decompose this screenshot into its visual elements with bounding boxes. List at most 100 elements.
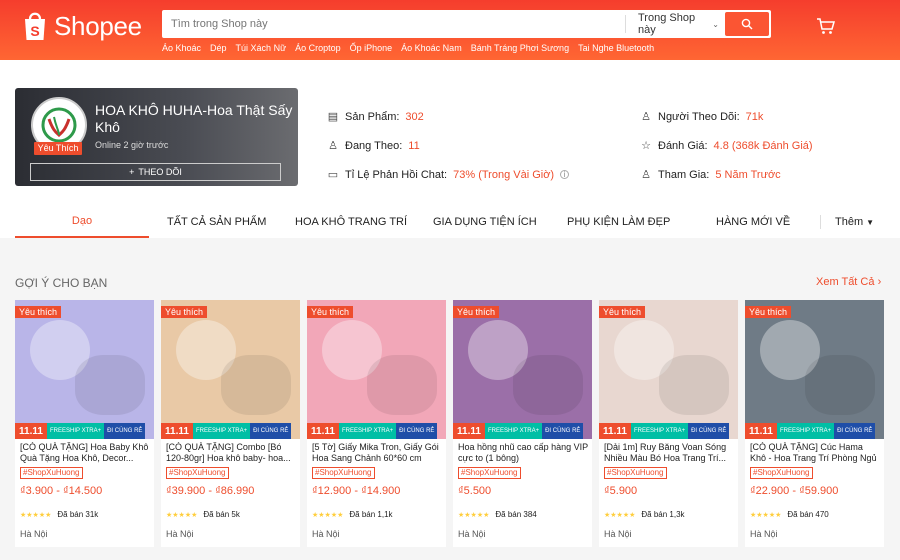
search-scope-dropdown[interactable]: Trong Shop này ⌄ <box>625 12 725 36</box>
stat-following: ♙ Đang Theo: 11 <box>327 131 569 160</box>
followers-icon: ♙ <box>641 111 651 123</box>
shopping-bag-icon: S <box>22 10 48 42</box>
product-price: ₫3.900 - ₫14.500 <box>20 485 103 497</box>
favorite-tag: Yêu thích <box>745 306 792 318</box>
tab-divider <box>820 215 821 229</box>
tab-dried-flowers[interactable]: HOA KHÔ TRANG TRÍ <box>295 206 407 238</box>
product-title[interactable]: Hoa hồng nhũ cao cấp hàng VIP cực to (1 … <box>458 442 588 464</box>
product-image[interactable]: Yêu thích 11.11 FREESHIP XTRA+ ĐI CÙNG R… <box>453 300 592 439</box>
stat-value: 11 <box>408 139 420 152</box>
search-suggestions: Áo Khoác Dép Túi Xách Nữ Áo Croptop Ốp i… <box>162 43 654 53</box>
tab-more[interactable]: Thêm ▼ <box>835 206 874 238</box>
sold-count: Đã bán 1,3k <box>641 510 685 519</box>
product-title[interactable]: [CÓ QUÀ TẶNG] Hoa Baby Khô Quà Tặng Hoa … <box>20 442 150 464</box>
suggestion-link[interactable]: Ốp iPhone <box>350 43 393 53</box>
product-image[interactable]: Yêu thích 11.11 FREESHIP XTRA+ ĐI CÙNG R… <box>599 300 738 439</box>
cart-icon <box>817 18 835 34</box>
see-all-link[interactable]: Xem Tất Cả › <box>816 276 881 288</box>
tab-beauty-accessories[interactable]: PHỤ KIỆN LÀM ĐẸP <box>567 206 670 238</box>
product-price: ₫22.900 - ₫59.900 <box>750 485 839 497</box>
chat-icon: ▭ <box>327 169 339 181</box>
product-image[interactable]: Yêu thích 11.11 FREESHIP XTRA+ ĐI CÙNG R… <box>307 300 446 439</box>
search-input[interactable] <box>162 10 625 38</box>
favorite-tag: Yêu thích <box>453 306 500 318</box>
product-image-shape <box>513 355 583 415</box>
tab-new-arrivals[interactable]: HÀNG MỚI VỀ <box>716 206 790 238</box>
tab-all-products[interactable]: TẤT CẢ SẢN PHẨM <box>167 206 266 238</box>
follow-button[interactable]: + THEO DÕI <box>30 163 281 181</box>
suggestion-link[interactable]: Áo Khoác Nam <box>401 43 462 53</box>
voucher-icon: ĐI CÙNG RẺ <box>834 423 876 439</box>
promo-banner: 11.11 FREESHIP XTRA+ ĐI CÙNG RẺ <box>745 423 884 439</box>
product-image-shape <box>221 355 291 415</box>
tab-dao[interactable]: Dạo <box>15 206 149 238</box>
stat-products: ▤ Sản Phẩm: 302 <box>327 102 569 131</box>
product-card[interactable]: Yêu thích 11.11 FREESHIP XTRA+ ĐI CÙNG R… <box>161 300 300 547</box>
shopee-logo[interactable]: S Shopee <box>22 10 142 42</box>
chevron-right-icon: › <box>877 276 882 288</box>
sold-count: Đã bán 384 <box>495 510 537 519</box>
rating-stars-icon: ★★★★★ <box>312 511 344 519</box>
suggestion-link[interactable]: Túi Xách Nữ <box>236 43 287 53</box>
sold-count: Đã bán 31k <box>57 510 99 519</box>
product-title[interactable]: [CÓ QUÀ TẶNG] Combo [Bó 120-80gr] Hoa kh… <box>166 442 296 464</box>
tab-more-label: Thêm <box>835 216 864 228</box>
sale-badge: 11.11 <box>453 423 485 439</box>
rating-stars-icon: ★★★★★ <box>166 511 198 519</box>
shop-logo-icon <box>41 107 77 143</box>
voucher-icon: ĐI CÙNG RẺ <box>396 423 438 439</box>
product-location: Hà Nội <box>750 529 778 539</box>
suggestion-link[interactable]: Bánh Tráng Phơi Sương <box>471 43 569 53</box>
stat-label: Đánh Giá: <box>658 139 708 152</box>
sale-badge: 11.11 <box>15 423 47 439</box>
product-image[interactable]: Yêu thích 11.11 FREESHIP XTRA+ ĐI CÙNG R… <box>161 300 300 439</box>
sale-badge: 11.11 <box>745 423 777 439</box>
suggestion-link[interactable]: Tai Nghe Bluetooth <box>578 43 654 53</box>
favorite-tag: Yêu thích <box>307 306 354 318</box>
product-hashtag: #ShopXuHuong <box>750 467 813 479</box>
tab-household[interactable]: GIA DỤNG TIỆN ÍCH <box>433 206 537 238</box>
stat-label: Tham Gia: <box>658 168 710 181</box>
product-card[interactable]: Yêu thích 11.11 FREESHIP XTRA+ ĐI CÙNG R… <box>15 300 154 547</box>
suggestion-link[interactable]: Dép <box>210 43 227 53</box>
plus-icon: + <box>129 167 135 177</box>
product-location: Hà Nội <box>312 529 340 539</box>
product-image-shape <box>659 355 729 415</box>
caret-down-icon: ▼ <box>866 217 875 227</box>
joined-icon: ♙ <box>641 169 651 181</box>
product-hashtag: #ShopXuHuong <box>312 467 375 479</box>
top-header: S Shopee Trong Shop này ⌄ Áo Khoác Dép T… <box>0 0 900 60</box>
suggestion-link[interactable]: Áo Croptop <box>295 43 341 53</box>
product-title[interactable]: [CÓ QUÀ TẶNG] Cúc Hama Khô - Hoa Trang T… <box>750 442 880 464</box>
cart-button[interactable] <box>816 16 836 39</box>
freeship-xtra-icon: FREESHIP XTRA+ <box>631 423 689 439</box>
product-card[interactable]: Yêu thích 11.11 FREESHIP XTRA+ ĐI CÙNG R… <box>307 300 446 547</box>
user-icon: ♙ <box>328 140 338 152</box>
product-location: Hà Nội <box>458 529 486 539</box>
promo-banner: 11.11 FREESHIP XTRA+ ĐI CÙNG RẺ <box>599 423 738 439</box>
product-price: ₫39.900 - ₫86.990 <box>166 485 255 497</box>
product-image-shape <box>367 355 437 415</box>
shop-info-section: Yêu Thích HOA KHÔ HUHA-Hoa Thật Sấy Khô … <box>0 60 900 238</box>
sold-count: Đã bán 470 <box>787 510 829 519</box>
product-hashtag: #ShopXuHuong <box>604 467 667 479</box>
product-title[interactable]: [5 Tờ] Giấy Mika Tron, Giấy Gói Hoa Sang… <box>312 442 442 464</box>
product-image[interactable]: Yêu thích 11.11 FREESHIP XTRA+ ĐI CÙNG R… <box>745 300 884 439</box>
info-icon[interactable]: i <box>560 170 570 179</box>
suggestion-link[interactable]: Áo Khoác <box>162 43 201 53</box>
stat-value: 302 <box>405 110 424 123</box>
stat-label: Đang Theo: <box>345 139 403 152</box>
search-button[interactable] <box>725 12 769 36</box>
stat-label: Sản Phẩm: <box>345 110 400 123</box>
product-card[interactable]: Yêu thích 11.11 FREESHIP XTRA+ ĐI CÙNG R… <box>453 300 592 547</box>
shop-stats-right: ♙ Người Theo Dõi: 71k ☆ Đánh Giá: 4.8 (3… <box>640 102 813 189</box>
product-image[interactable]: Yêu thích 11.11 FREESHIP XTRA+ ĐI CÙNG R… <box>15 300 154 439</box>
product-image-shape <box>75 355 145 415</box>
stat-rating: ☆ Đánh Giá: 4.8 (368k Đánh Giá) <box>640 131 813 160</box>
freeship-xtra-icon: FREESHIP XTRA+ <box>485 423 543 439</box>
product-title[interactable]: [Dải 1m] Ruy Băng Voan Sóng Nhiều Màu Bó… <box>604 442 734 464</box>
product-card[interactable]: Yêu thích 11.11 FREESHIP XTRA+ ĐI CÙNG R… <box>745 300 884 547</box>
stat-label: Tỉ Lệ Phản Hồi Chat: <box>345 168 448 181</box>
product-card[interactable]: Yêu thích 11.11 FREESHIP XTRA+ ĐI CÙNG R… <box>599 300 738 547</box>
promo-banner: 11.11 FREESHIP XTRA+ ĐI CÙNG RẺ <box>453 423 592 439</box>
